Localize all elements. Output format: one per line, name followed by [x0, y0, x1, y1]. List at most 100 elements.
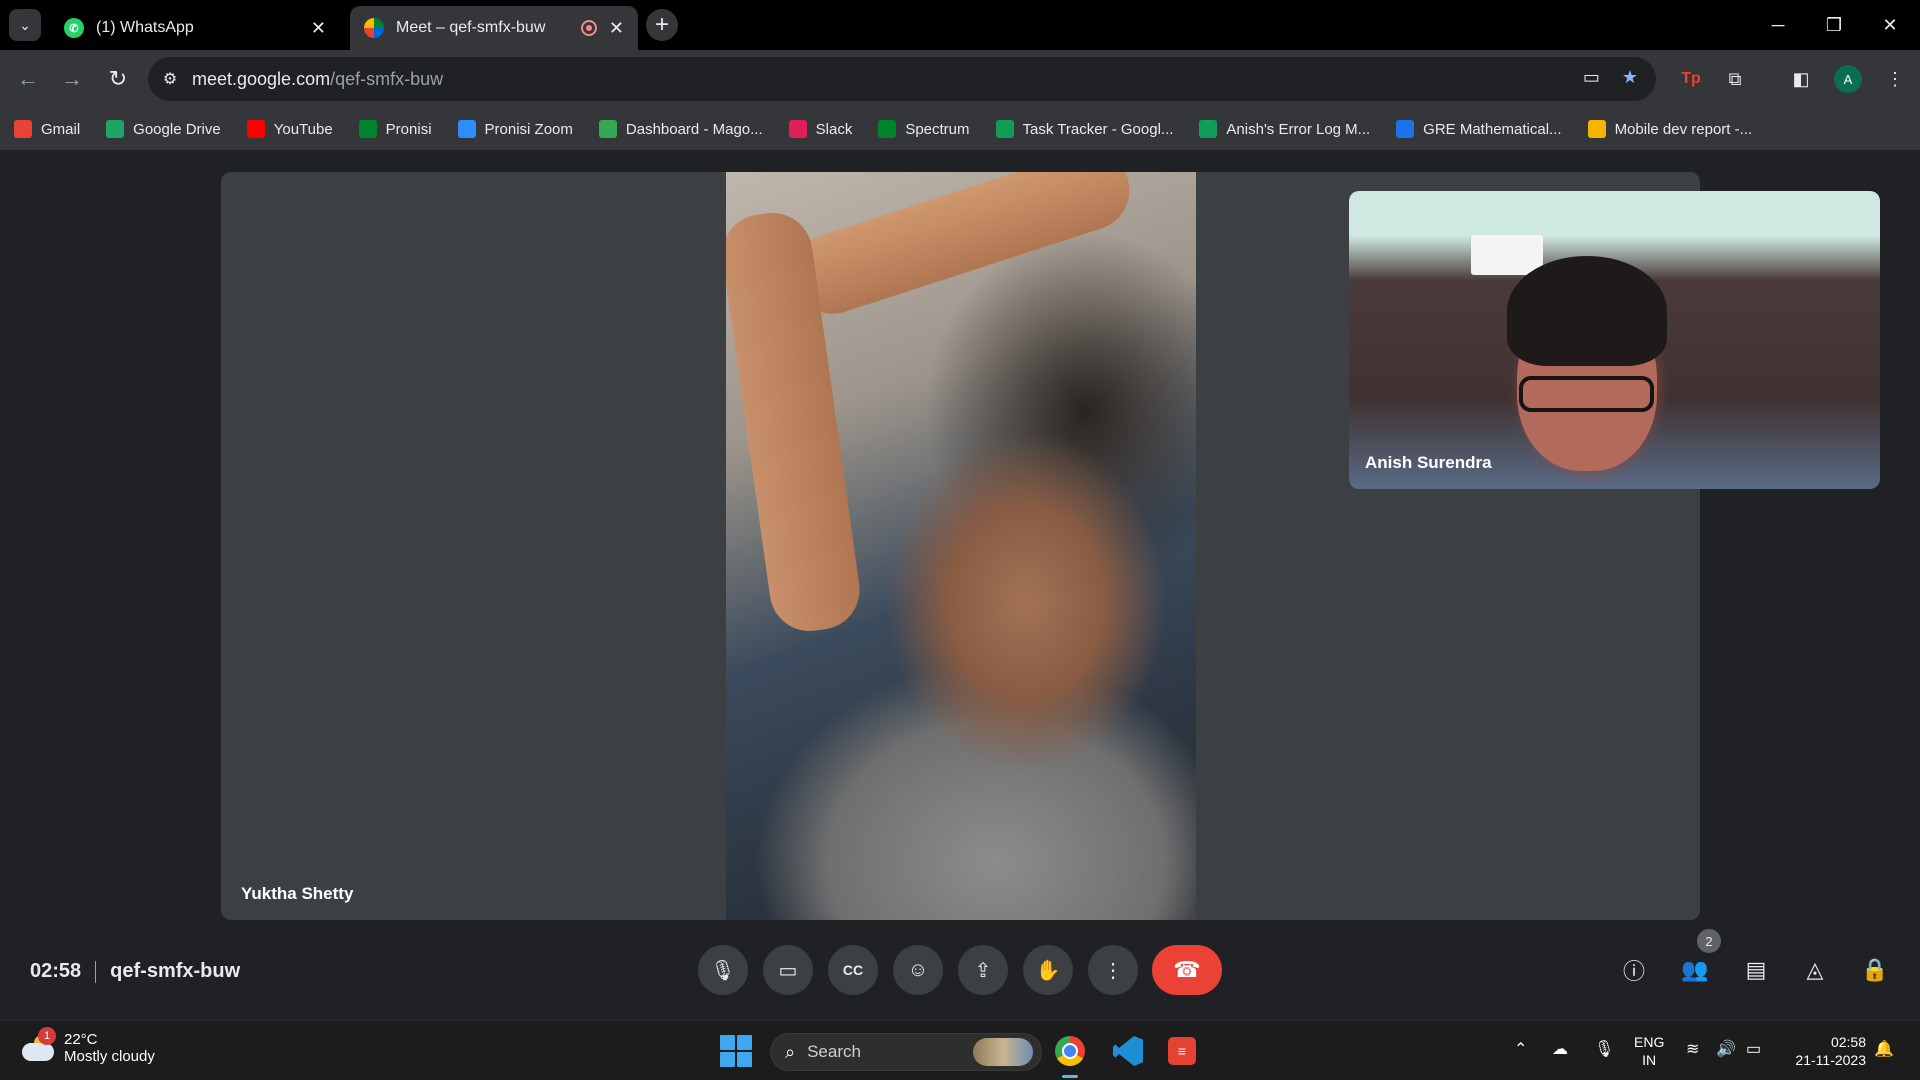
meet-control-bar: 02:58 qef-smfx-buw 🎙 ▭ CC ☺ ⇪ ✋ ⋮ ☎ ⓘ 👥 … — [0, 920, 1920, 1020]
address-bar[interactable]: ⚙ meet.google.com/qef-smfx-buw ▭ ★ — [148, 57, 1656, 101]
wifi-icon[interactable]: ≋ — [1686, 1039, 1699, 1059]
raise-hand-button[interactable]: ✋ — [1023, 945, 1073, 995]
weather-condition: Mostly cloudy — [64, 1048, 155, 1065]
notifications-icon[interactable]: 🔔 — [1874, 1039, 1894, 1059]
host-controls-button[interactable]: 🔒 — [1857, 952, 1893, 988]
participant-count-badge: 2 — [1697, 929, 1721, 953]
recording-indicator-icon — [580, 20, 597, 36]
clock-date: 21-11-2023 — [1795, 1052, 1866, 1068]
tab-meet[interactable]: Meet – qef-smfx-buw ✕ — [350, 6, 638, 50]
show-hidden-icons-chevron-icon[interactable]: ⌃ — [1514, 1039, 1527, 1059]
tab-title: Meet – qef-smfx-buw — [396, 19, 546, 36]
taskbar-vscode[interactable] — [1108, 1031, 1148, 1071]
system-clock[interactable]: 02:58 21-11-2023 — [1780, 1033, 1866, 1069]
camera-in-use-icon[interactable]: ▭ — [1583, 67, 1600, 88]
present-button[interactable]: ⇪ — [958, 945, 1008, 995]
search-icon: ⌕ — [785, 1041, 796, 1062]
slides-icon — [1587, 120, 1606, 138]
bookmark-item[interactable]: Gmail — [14, 120, 80, 138]
drive-icon — [106, 120, 125, 138]
self-view-tile[interactable]: Anish Surendra — [1349, 191, 1880, 489]
profile-avatar[interactable]: A — [1834, 65, 1862, 93]
restore-button[interactable]: ❐ — [1806, 0, 1862, 50]
gmail-icon — [14, 120, 32, 138]
bookmark-item[interactable]: Mobile dev report -... — [1587, 120, 1753, 138]
volume-icon[interactable]: 🔊 — [1716, 1039, 1736, 1059]
tab-whatsapp[interactable]: ✆ (1) WhatsApp ✕ — [50, 6, 340, 50]
activities-icon: ◬ — [1806, 957, 1824, 982]
people-icon: 👥 — [1681, 957, 1709, 982]
back-button[interactable]: ← — [12, 63, 44, 95]
browser-tab-strip: ⌄ ✆ (1) WhatsApp ✕ Meet – qef-smfx-buw ✕… — [0, 0, 1920, 50]
close-tab-icon[interactable]: ✕ — [311, 18, 326, 39]
hang-up-icon: ☎ — [1173, 957, 1201, 982]
meeting-details: 02:58 qef-smfx-buw — [30, 960, 240, 983]
minimize-button[interactable]: ─ — [1750, 0, 1806, 50]
activities-button[interactable]: ◬ — [1797, 952, 1833, 988]
url-text[interactable]: meet.google.com/qef-smfx-buw — [192, 69, 443, 90]
close-tab-icon[interactable]: ✕ — [609, 18, 624, 39]
bookmark-label: GRE Mathematical... — [1423, 120, 1562, 138]
forward-button[interactable]: → — [56, 63, 88, 95]
input-language[interactable]: ENG IN — [1634, 1033, 1664, 1069]
bookmark-item[interactable]: Dashboard - Mago... — [598, 120, 763, 138]
bookmark-item[interactable]: Pronisi — [358, 120, 432, 138]
new-tab-button[interactable]: + — [646, 9, 678, 41]
microphone-button[interactable]: 🎙 — [698, 945, 748, 995]
close-window-button[interactable]: ✕ — [1862, 0, 1918, 50]
bookmark-label: Gmail — [41, 120, 81, 138]
start-button[interactable] — [720, 1035, 752, 1067]
chrome-menu-icon[interactable]: ⋮ — [1880, 64, 1910, 94]
taskbar-search[interactable]: ⌕ Search — [770, 1033, 1042, 1071]
captions-button[interactable]: CC — [828, 945, 878, 995]
chrome-icon — [1055, 1036, 1085, 1066]
bookmark-item[interactable]: Anish's Error Log M... — [1199, 120, 1370, 138]
region-code: IN — [1642, 1052, 1657, 1068]
weather-cloudy-icon: 1 — [20, 1027, 56, 1063]
camera-button[interactable]: ▭ — [763, 945, 813, 995]
url-host: meet.google.com — [192, 68, 331, 89]
bookmark-item[interactable]: GRE Mathematical... — [1396, 120, 1562, 138]
bookmark-item[interactable]: YouTube — [246, 120, 333, 138]
tab-title: (1) WhatsApp — [96, 19, 194, 36]
taskbar-todoist[interactable]: ≡ — [1162, 1031, 1202, 1071]
bookmark-star-icon[interactable]: ★ — [1622, 67, 1638, 88]
active-app-indicator — [1062, 1075, 1078, 1078]
meeting-info-button[interactable]: ⓘ — [1616, 952, 1652, 988]
chevron-down-icon: ⌄ — [19, 16, 31, 33]
windows-taskbar: 1 22°C Mostly cloudy ⌕ Search ≡ ⌃ ☁ 🎙 EN… — [0, 1020, 1920, 1080]
weather-widget[interactable]: 1 22°C Mostly cloudy — [20, 1027, 155, 1065]
video-camera-icon: ▭ — [778, 959, 798, 982]
leave-call-button[interactable]: ☎ — [1152, 945, 1222, 995]
closed-captions-icon: CC — [842, 962, 864, 978]
clock-time: 02:58 — [1830, 1034, 1866, 1050]
reactions-button[interactable]: ☺ — [893, 945, 943, 995]
whatsapp-icon: ✆ — [64, 18, 84, 38]
slack-icon — [788, 120, 807, 138]
bookmark-item[interactable]: Pronisi Zoom — [457, 120, 573, 138]
reload-button[interactable]: ↻ — [102, 63, 134, 95]
bookmark-item[interactable]: Spectrum — [878, 120, 970, 138]
bookmark-item[interactable]: Google Drive — [106, 120, 221, 138]
self-view-name: Anish Surendra — [1365, 453, 1492, 472]
extension-tp-icon[interactable]: Tp — [1676, 64, 1706, 94]
bookmark-item[interactable]: Slack — [788, 120, 852, 138]
bookmark-label: Pronisi Zoom — [484, 120, 573, 138]
battery-icon[interactable]: ▭ — [1746, 1039, 1761, 1059]
search-placeholder: Search — [807, 1042, 861, 1061]
bookmark-label: Google Drive — [133, 120, 221, 138]
people-button[interactable]: 👥 — [1677, 952, 1713, 988]
bookmark-label: Mobile dev report -... — [1614, 120, 1753, 138]
onedrive-cloud-icon[interactable]: ☁ — [1552, 1039, 1568, 1059]
bookmark-label: Pronisi — [385, 120, 432, 138]
microphone-tray-icon[interactable]: 🎙 — [1594, 1039, 1614, 1059]
site-info-icon[interactable]: ⚙ — [148, 57, 192, 101]
todoist-icon: ≡ — [1168, 1037, 1196, 1065]
bookmark-item[interactable]: Task Tracker - Googl... — [995, 120, 1173, 138]
more-options-button[interactable]: ⋮ — [1088, 945, 1138, 995]
chat-button[interactable]: ▤ — [1738, 952, 1774, 988]
extensions-puzzle-icon[interactable]: ⧉ — [1720, 64, 1750, 94]
side-panel-icon[interactable]: ◧ — [1786, 64, 1816, 94]
tab-search-button[interactable]: ⌄ — [9, 9, 41, 41]
taskbar-chrome[interactable] — [1050, 1031, 1090, 1071]
